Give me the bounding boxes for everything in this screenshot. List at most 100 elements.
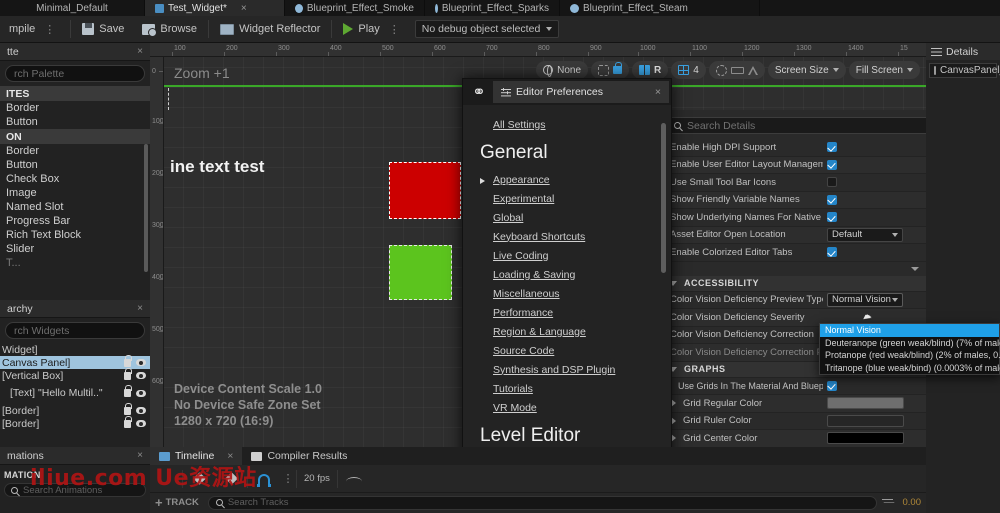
nav-synthesis-dsp-plugin[interactable]: Synthesis and DSP Plugin bbox=[463, 360, 671, 379]
palette-panel-tab[interactable]: tte × bbox=[0, 43, 150, 61]
nav-global[interactable]: Global bbox=[463, 208, 671, 227]
compile-button[interactable]: mpile ⋮ bbox=[0, 16, 68, 43]
widget-reflector-button[interactable]: Widget Reflector bbox=[211, 16, 329, 43]
play-button[interactable]: Play ⋮ bbox=[334, 16, 412, 43]
palette-search-input[interactable]: rch Palette bbox=[5, 65, 145, 82]
hierarchy-panel-tab[interactable]: archy × bbox=[0, 300, 150, 318]
eye-icon[interactable] bbox=[136, 420, 146, 427]
nav-tutorials[interactable]: Tutorials bbox=[463, 379, 671, 398]
layout-rotate-group[interactable]: R bbox=[632, 61, 668, 79]
grid-icon[interactable] bbox=[678, 65, 689, 75]
nav-appearance[interactable]: Appearance bbox=[463, 170, 671, 189]
color-swatch[interactable] bbox=[827, 415, 904, 427]
browse-button[interactable]: Browse bbox=[133, 16, 206, 43]
preferences-tab[interactable]: Editor Preferences × bbox=[493, 81, 669, 103]
green-box-widget[interactable] bbox=[389, 245, 452, 300]
play-options-icon[interactable]: ⋮ bbox=[385, 23, 404, 36]
fps-selector[interactable]: 20 fps bbox=[297, 473, 337, 484]
palette-item[interactable]: Check Box bbox=[0, 172, 150, 186]
palette-item[interactable]: Button bbox=[0, 115, 150, 129]
dropdown-option-protanope[interactable]: Protanope (red weak/blind) (2% of males,… bbox=[820, 349, 999, 362]
close-icon[interactable]: × bbox=[655, 86, 661, 98]
tools-group[interactable] bbox=[709, 61, 765, 79]
widget-name-field[interactable]: CanvasPanel_ bbox=[929, 63, 997, 78]
warning-icon[interactable] bbox=[748, 66, 758, 75]
snap-options-button[interactable]: ⋮ bbox=[280, 465, 296, 493]
snap-icon[interactable] bbox=[598, 65, 609, 76]
lock-icon[interactable] bbox=[124, 372, 131, 380]
snap-lock-group[interactable] bbox=[591, 61, 629, 79]
eye-icon[interactable] bbox=[136, 372, 146, 379]
palette-item[interactable]: Named Slot bbox=[0, 200, 150, 214]
nav-keyboard-shortcuts[interactable]: Keyboard Shortcuts bbox=[463, 227, 671, 246]
curve-editor-button[interactable] bbox=[338, 465, 370, 493]
track-search-input[interactable]: Search Tracks bbox=[208, 496, 877, 510]
palette-item[interactable]: Button bbox=[0, 158, 150, 172]
tab-compiler-results[interactable]: Compiler Results bbox=[242, 447, 356, 465]
timeline-time-value[interactable]: 0.00 bbox=[898, 497, 922, 508]
details-tab[interactable]: Details bbox=[926, 43, 1000, 60]
add-track-button[interactable]: + TRACK bbox=[155, 495, 203, 510]
lock-icon[interactable] bbox=[124, 407, 131, 415]
color-swatch[interactable] bbox=[827, 397, 904, 409]
rotate-label[interactable]: R bbox=[654, 65, 661, 76]
window-tab-minimal-default[interactable]: Minimal_Default bbox=[0, 0, 145, 16]
palette-item[interactable]: Image bbox=[0, 186, 150, 200]
lock-icon[interactable] bbox=[124, 389, 131, 397]
palette-category-header[interactable]: ITES bbox=[0, 86, 150, 101]
red-box-widget[interactable] bbox=[389, 162, 461, 219]
asset-editor-location-dropdown[interactable]: Default bbox=[827, 228, 903, 242]
nav-all-settings[interactable]: All Settings bbox=[463, 115, 671, 134]
preferences-titlebar[interactable]: ⚭ Editor Preferences × bbox=[463, 79, 671, 105]
palette-item[interactable]: Border bbox=[0, 144, 150, 158]
hierarchy-row-text[interactable]: [Text] "Hello Multil.." bbox=[0, 382, 150, 404]
nav-vr-mode[interactable]: VR Mode bbox=[463, 398, 671, 417]
close-icon[interactable]: × bbox=[241, 3, 247, 14]
palette-item[interactable]: Rich Text Block bbox=[0, 228, 150, 242]
eye-icon[interactable] bbox=[136, 359, 146, 366]
screen-size-dropdown[interactable]: Screen Size bbox=[768, 61, 846, 79]
save-button[interactable]: Save bbox=[73, 16, 133, 43]
layout-icon[interactable] bbox=[639, 65, 650, 75]
lock-icon[interactable] bbox=[124, 420, 131, 428]
filter-icon[interactable] bbox=[882, 498, 893, 507]
debug-object-dropdown[interactable]: No debug object selected bbox=[415, 20, 560, 38]
window-tab-blueprint-sparks[interactable]: Blueprint_Effect_Sparks bbox=[425, 0, 560, 16]
nav-live-coding[interactable]: Live Coding bbox=[463, 246, 671, 265]
palette-item[interactable]: T... bbox=[0, 256, 150, 270]
hierarchy-search-input[interactable]: rch Widgets bbox=[5, 322, 145, 339]
eye-icon[interactable] bbox=[136, 390, 146, 397]
dropdown-option-normal-vision[interactable]: Normal Vision bbox=[820, 324, 999, 337]
dropdown-option-deuteranope[interactable]: Deuteranope (green weak/blind) (7% of ma… bbox=[820, 337, 999, 350]
none-preview-button[interactable]: None bbox=[536, 61, 588, 79]
nav-miscellaneous[interactable]: Miscellaneous bbox=[463, 284, 671, 303]
checkbox[interactable] bbox=[827, 247, 837, 257]
nav-experimental[interactable]: Experimental bbox=[463, 189, 671, 208]
compile-options-icon[interactable]: ⋮ bbox=[40, 23, 59, 36]
color-swatch[interactable] bbox=[827, 432, 904, 444]
lock-icon[interactable] bbox=[613, 66, 622, 74]
nav-loading-saving[interactable]: Loading & Saving bbox=[463, 265, 671, 284]
window-tab-blueprint-smoke[interactable]: Blueprint_Effect_Smoke bbox=[285, 0, 425, 16]
window-tab-blueprint-steam[interactable]: Blueprint_Effect_Steam bbox=[560, 0, 760, 16]
checkbox[interactable] bbox=[827, 195, 837, 205]
hierarchy-row[interactable]: [Vertical Box] bbox=[0, 369, 150, 382]
palette-item[interactable]: Slider bbox=[0, 242, 150, 256]
ruler-icon[interactable] bbox=[731, 67, 744, 74]
fill-screen-dropdown[interactable]: Fill Screen bbox=[849, 61, 920, 79]
window-tab-test-widget[interactable]: Test_Widget* × bbox=[145, 0, 285, 16]
palette-scrollbar[interactable] bbox=[144, 144, 148, 272]
palette-item[interactable]: Border bbox=[0, 101, 150, 115]
cvd-preview-type-dropdown-list[interactable]: Normal Vision Deuteranope (green weak/bl… bbox=[819, 323, 1000, 375]
cursor-icon[interactable] bbox=[716, 65, 727, 76]
close-icon[interactable]: × bbox=[137, 46, 143, 57]
close-icon[interactable]: × bbox=[137, 303, 143, 314]
checkbox[interactable] bbox=[827, 160, 837, 170]
cvd-preview-type-dropdown[interactable]: Normal Vision bbox=[827, 293, 903, 307]
nav-performance[interactable]: Performance bbox=[463, 303, 671, 322]
hierarchy-row[interactable]: [Border] bbox=[0, 417, 150, 430]
canvas-text-widget[interactable]: ine text test bbox=[170, 157, 264, 177]
preferences-scrollbar[interactable] bbox=[661, 123, 666, 273]
palette-category-header[interactable]: ON bbox=[0, 129, 150, 144]
checkbox[interactable] bbox=[827, 381, 837, 391]
